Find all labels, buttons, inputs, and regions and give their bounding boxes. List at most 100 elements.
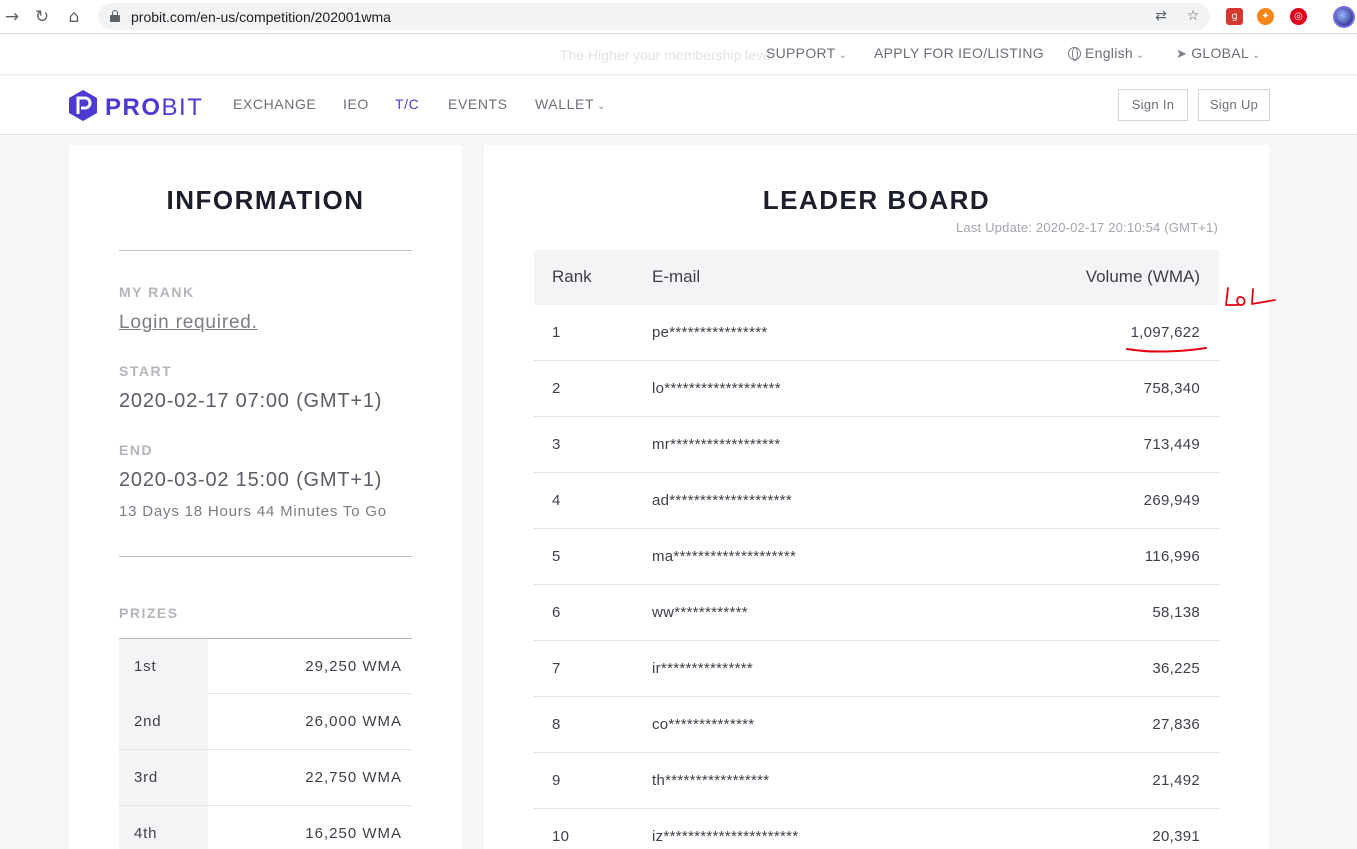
prize-amount: 26,000 WMA xyxy=(305,713,402,730)
nav-ieo[interactable]: IEO xyxy=(343,96,369,112)
main-navigation: PROBIT EXCHANGE IEO T/C EVENTS WALLET ⌄ S… xyxy=(0,76,1357,135)
table-row: 5 ma******************** 116,996 xyxy=(534,529,1219,585)
extension-red-icon[interactable]: g xyxy=(1226,8,1243,25)
last-update-text: Last Update: 2020-02-17 20:10:54 (GMT+1) xyxy=(955,220,1218,235)
language-menu[interactable]: English ⌄ xyxy=(1068,45,1145,61)
prize-amount: 22,750 WMA xyxy=(305,769,402,786)
nav-events[interactable]: EVENTS xyxy=(448,96,508,112)
rank-cell: 5 xyxy=(552,548,561,565)
reload-icon[interactable]: ↻ xyxy=(30,5,54,29)
sign-up-button[interactable]: Sign Up xyxy=(1198,89,1270,121)
table-header: Rank E-mail Volume (WMA) xyxy=(534,250,1219,305)
top-bar: The Higher your membership level SUPPORT… xyxy=(0,35,1357,75)
volume-cell: 21,492 xyxy=(1152,772,1200,789)
email-cell: ir*************** xyxy=(652,660,753,677)
leaderboard-title: LEADER BOARD xyxy=(762,185,991,215)
probit-logo-icon xyxy=(69,90,97,121)
prize-row: 3rd 22,750 WMA xyxy=(119,750,412,806)
prize-amount: 29,250 WMA xyxy=(305,658,402,675)
table-row: 2 lo******************* 758,340 xyxy=(534,361,1219,417)
browser-toolbar: → ↻ ⌂ probit.com/en-us/competition/20200… xyxy=(0,0,1357,34)
chevron-down-icon: ⌄ xyxy=(1252,50,1261,61)
prizes-label: PRIZES xyxy=(119,605,179,621)
start-label: START xyxy=(119,363,173,379)
apply-ieo-link[interactable]: APPLY FOR IEO/LISTING xyxy=(874,45,1044,61)
rank-cell: 10 xyxy=(552,828,570,845)
prize-place: 4th xyxy=(119,806,208,849)
email-cell: ad******************** xyxy=(652,492,793,509)
logo-text: PROBIT xyxy=(105,94,204,121)
leaderboard-table: Rank E-mail Volume (WMA) 1 pe***********… xyxy=(534,250,1219,849)
email-cell: pe**************** xyxy=(652,324,768,341)
table-row: 10 iz********************** 20,391 xyxy=(534,809,1219,849)
login-required-link[interactable]: Login required. xyxy=(119,312,258,334)
location-arrow-icon: ➤ xyxy=(1176,47,1188,62)
rank-cell: 6 xyxy=(552,604,561,621)
email-cell: lo******************* xyxy=(652,380,781,397)
volume-cell: 27,836 xyxy=(1152,716,1200,733)
prize-place: 1st xyxy=(119,639,208,694)
prize-row: 1st 29,250 WMA xyxy=(119,638,412,694)
column-rank: Rank xyxy=(552,267,592,286)
prize-row: 4th 16,250 WMA xyxy=(119,806,412,849)
email-cell: iz********************** xyxy=(652,828,799,845)
volume-cell: 713,449 xyxy=(1143,436,1200,453)
end-label: END xyxy=(119,442,154,458)
column-volume: Volume (WMA) xyxy=(1085,267,1200,286)
address-bar[interactable]: probit.com/en-us/competition/202001wma ⇄… xyxy=(98,3,1210,30)
translate-icon[interactable]: ⇄ xyxy=(1152,7,1170,25)
end-value: 2020-03-02 15:00 (GMT+1) xyxy=(119,469,383,491)
acrobat-icon[interactable]: ◎ xyxy=(1290,8,1307,25)
nav-exchange[interactable]: EXCHANGE xyxy=(233,96,316,112)
email-cell: ww************ xyxy=(652,604,748,621)
information-panel: INFORMATION MY RANK Login required. STAR… xyxy=(69,145,462,849)
email-cell: th***************** xyxy=(652,772,770,789)
url-text[interactable]: probit.com/en-us/competition/202001wma xyxy=(131,9,391,25)
nav-wallet[interactable]: WALLET ⌄ xyxy=(535,96,606,112)
table-row: 6 ww************ 58,138 xyxy=(534,585,1219,641)
globe-icon xyxy=(1068,47,1081,61)
leaderboard-panel: LEADER BOARD Last Update: 2020-02-17 20:… xyxy=(484,145,1269,849)
prize-amount: 16,250 WMA xyxy=(305,825,402,842)
support-menu[interactable]: SUPPORT ⌄ xyxy=(766,45,847,61)
table-row: 3 mr****************** 713,449 xyxy=(534,417,1219,473)
volume-cell: 269,949 xyxy=(1143,492,1200,509)
volume-cell: 116,996 xyxy=(1144,548,1200,565)
membership-ticker: The Higher your membership level xyxy=(560,47,774,63)
prizes-table: 1st 29,250 WMA 2nd 26,000 WMA 3rd 22,750… xyxy=(119,638,412,849)
profile-avatar[interactable] xyxy=(1333,6,1355,28)
chevron-down-icon: ⌄ xyxy=(597,101,607,112)
sign-in-button[interactable]: Sign In xyxy=(1118,89,1188,121)
nav-tc[interactable]: T/C xyxy=(395,96,419,112)
countdown-text: 13 Days 18 Hours 44 Minutes To Go xyxy=(119,503,387,520)
star-icon[interactable]: ☆ xyxy=(1184,7,1202,25)
rank-cell: 1 xyxy=(552,324,561,341)
volume-cell: 1,097,622 xyxy=(1130,324,1200,341)
chevron-down-icon: ⌄ xyxy=(1136,50,1145,61)
email-cell: mr****************** xyxy=(652,436,781,453)
rank-cell: 4 xyxy=(552,492,561,509)
table-row: 9 th***************** 21,492 xyxy=(534,753,1219,809)
back-arrow-icon[interactable]: → xyxy=(0,5,24,29)
table-row: 1 pe**************** 1,097,622 xyxy=(534,305,1219,361)
home-icon[interactable]: ⌂ xyxy=(62,5,86,29)
rank-cell: 9 xyxy=(552,772,561,789)
email-cell: ma******************** xyxy=(652,548,797,565)
lock-icon xyxy=(110,10,120,22)
chevron-down-icon: ⌄ xyxy=(838,50,848,61)
table-row: 8 co************** 27,836 xyxy=(534,697,1219,753)
volume-cell: 58,138 xyxy=(1152,604,1200,621)
rank-cell: 2 xyxy=(552,380,561,397)
information-title: INFORMATION xyxy=(166,185,365,215)
divider xyxy=(119,250,412,251)
email-cell: co************** xyxy=(652,716,755,733)
metamask-fox-icon[interactable]: ✦ xyxy=(1257,8,1274,25)
volume-cell: 20,391 xyxy=(1152,828,1200,845)
prize-place: 3rd xyxy=(119,750,208,805)
volume-cell: 36,225 xyxy=(1152,660,1200,677)
prize-row: 2nd 26,000 WMA xyxy=(119,694,412,750)
region-menu[interactable]: ➤ GLOBAL ⌄ xyxy=(1176,45,1261,62)
table-row: 7 ir*************** 36,225 xyxy=(534,641,1219,697)
start-value: 2020-02-17 07:00 (GMT+1) xyxy=(119,390,383,412)
rank-cell: 7 xyxy=(552,660,561,677)
